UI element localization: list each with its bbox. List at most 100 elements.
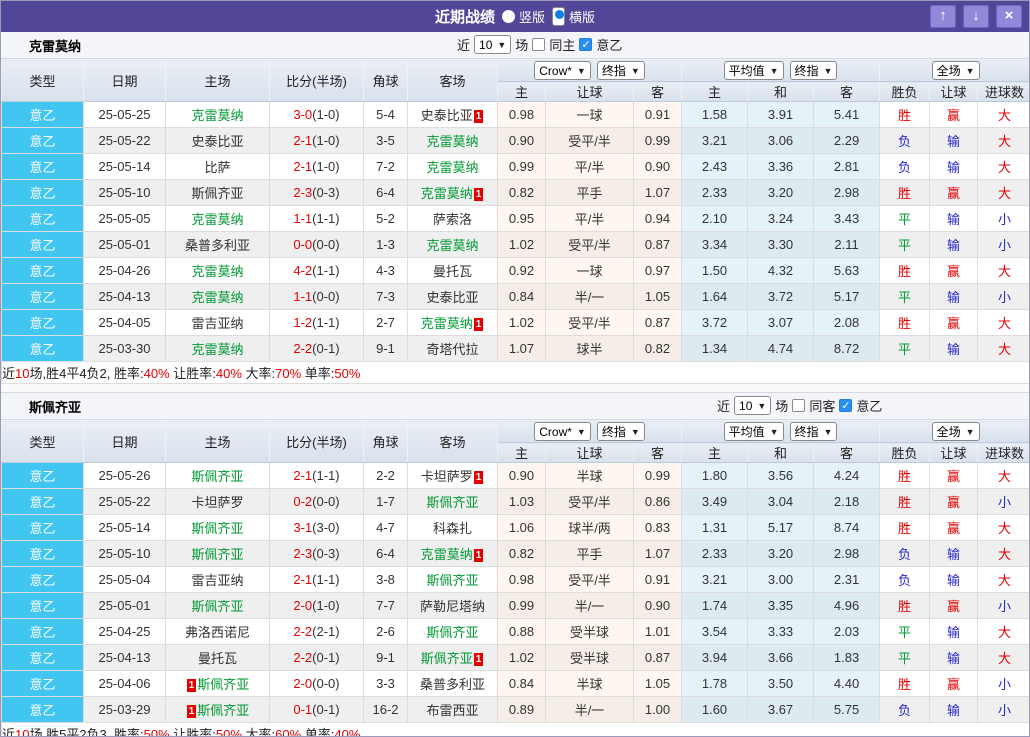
- europe-odds-cell: 2.98: [814, 541, 880, 567]
- team-link[interactable]: 克雷莫纳: [426, 160, 478, 175]
- scroll-down-button[interactable]: ↓: [963, 5, 989, 28]
- europe-odds-cell: 5.63: [814, 258, 880, 284]
- odds-time-select-1[interactable]: 终指▼: [597, 61, 645, 80]
- team-link[interactable]: 布雷西亚: [426, 703, 478, 718]
- team-link[interactable]: 克雷莫纳: [421, 547, 473, 562]
- team-link[interactable]: 桑普多利亚: [420, 677, 485, 692]
- same-venue-checkbox[interactable]: [792, 399, 805, 412]
- match-row: 意乙25-05-05克雷莫纳1-1(1-1)5-2萨索洛0.95平/半0.942…: [2, 206, 1030, 232]
- team-link[interactable]: 斯佩齐亚: [191, 469, 243, 484]
- odds-time-select-2[interactable]: 终指▼: [790, 61, 838, 80]
- col-handicap-home: 主: [498, 82, 546, 102]
- corners-cell: 6-4: [364, 541, 408, 567]
- team-link[interactable]: 克雷莫纳: [426, 238, 478, 253]
- team-link[interactable]: 比萨: [204, 160, 230, 175]
- fulltime-score: 2-1: [293, 133, 312, 148]
- team-link[interactable]: 克雷莫纳: [191, 212, 243, 227]
- team-link[interactable]: 奇塔代拉: [426, 342, 478, 357]
- team-link[interactable]: 曼托瓦: [198, 651, 237, 666]
- away-team-cell: 科森扎: [408, 515, 498, 541]
- team-link[interactable]: 斯佩齐亚: [191, 599, 243, 614]
- europe-odds-cell: 1.58: [682, 102, 748, 128]
- team-link[interactable]: 克雷莫纳: [191, 342, 243, 357]
- col-home: 主场: [166, 421, 270, 463]
- match-row: 意乙25-05-22史泰比亚2-1(1-0)3-5克雷莫纳0.90受平/半0.9…: [2, 128, 1030, 154]
- odds-time-select-2[interactable]: 终指▼: [790, 422, 838, 441]
- team-link[interactable]: 斯佩齐亚: [421, 651, 473, 666]
- team-link[interactable]: 萨勒尼塔纳: [420, 599, 485, 614]
- close-button[interactable]: ×: [996, 5, 1022, 28]
- col-result-handicap: 让球: [930, 82, 978, 102]
- team-link[interactable]: 斯佩齐亚: [197, 703, 249, 718]
- result-goals-cell: 大: [978, 102, 1030, 128]
- team-link[interactable]: 克雷莫纳: [191, 108, 243, 123]
- match-row: 意乙25-04-13克雷莫纳1-1(0-0)7-3史泰比亚0.84半/一1.05…: [2, 284, 1030, 310]
- match-row: 意乙25-05-01斯佩齐亚2-0(1-0)7-7萨勒尼塔纳0.99半/一0.9…: [2, 593, 1030, 619]
- recent-games-select[interactable]: 10▼: [734, 396, 771, 415]
- europe-odds-cell: 1.60: [682, 697, 748, 723]
- league-filter-checkbox[interactable]: [579, 38, 592, 51]
- handicap-odds-cell: 受半球: [546, 619, 634, 645]
- league-filter-label: 意乙: [596, 35, 622, 54]
- league-badge: 意乙: [2, 336, 84, 362]
- average-select[interactable]: 平均值▼: [724, 61, 784, 80]
- team-link[interactable]: 史泰比亚: [426, 290, 478, 305]
- result-wdl-cell: 平: [880, 284, 930, 310]
- handicap-odds-cell: 1.07: [498, 336, 546, 362]
- odds-time-select-1[interactable]: 终指▼: [597, 422, 645, 441]
- team-link[interactable]: 卡坦萨罗: [191, 495, 243, 510]
- same-venue-checkbox[interactable]: [532, 38, 545, 51]
- bookmaker-select[interactable]: Crow*▼: [534, 422, 591, 441]
- match-row: 意乙25-04-25弗洛西诺尼2-2(2-1)2-6斯佩齐亚0.88受半球1.0…: [2, 619, 1030, 645]
- team-link[interactable]: 克雷莫纳: [421, 186, 473, 201]
- fulltime-score: 3-0: [293, 107, 312, 122]
- team-link[interactable]: 斯佩齐亚: [191, 521, 243, 536]
- corners-cell: 7-2: [364, 154, 408, 180]
- team-link[interactable]: 科森扎: [433, 521, 472, 536]
- handicap-odds-cell: 0.99: [498, 154, 546, 180]
- period-select[interactable]: 全场▼: [932, 422, 980, 441]
- recent-games-select[interactable]: 10▼: [474, 35, 511, 54]
- team-link[interactable]: 克雷莫纳: [426, 134, 478, 149]
- score-cell: 0-2(0-0): [270, 489, 364, 515]
- team-link[interactable]: 斯佩齐亚: [191, 186, 243, 201]
- team-link[interactable]: 雷吉亚纳: [191, 573, 243, 588]
- radio-vertical-icon[interactable]: [502, 10, 515, 23]
- handicap-odds-cell: 0.82: [498, 541, 546, 567]
- corners-cell: 4-7: [364, 515, 408, 541]
- radio-horizontal-icon[interactable]: [552, 7, 565, 26]
- team-link[interactable]: 斯佩齐亚: [426, 573, 478, 588]
- team-link[interactable]: 卡坦萨罗: [421, 469, 473, 484]
- layout-radio-horizontal[interactable]: 横版: [552, 7, 595, 26]
- team-link[interactable]: 斯佩齐亚: [426, 625, 478, 640]
- team-link[interactable]: 斯佩齐亚: [197, 677, 249, 692]
- team-link[interactable]: 史泰比亚: [191, 134, 243, 149]
- team-link[interactable]: 斯佩齐亚: [191, 547, 243, 562]
- period-select[interactable]: 全场▼: [932, 61, 980, 80]
- europe-odds-cell: 3.06: [748, 128, 814, 154]
- scroll-up-button[interactable]: ↑: [930, 5, 956, 28]
- team-link[interactable]: 弗洛西诺尼: [185, 625, 250, 640]
- result-wdl-cell: 胜: [880, 489, 930, 515]
- team-link[interactable]: 史泰比亚: [421, 108, 473, 123]
- team-link[interactable]: 克雷莫纳: [191, 290, 243, 305]
- home-team-cell: 史泰比亚: [166, 128, 270, 154]
- team-link[interactable]: 曼托瓦: [433, 264, 472, 279]
- team-link[interactable]: 桑普多利亚: [185, 238, 250, 253]
- team-link[interactable]: 克雷莫纳: [191, 264, 243, 279]
- red-card-badge: 1: [187, 705, 197, 718]
- away-team-cell: 萨索洛: [408, 206, 498, 232]
- team-link[interactable]: 斯佩齐亚: [426, 495, 478, 510]
- team-link[interactable]: 克雷莫纳: [421, 316, 473, 331]
- team-link[interactable]: 雷吉亚纳: [191, 316, 243, 331]
- league-filter-checkbox[interactable]: [839, 399, 852, 412]
- europe-odds-cell: 5.75: [814, 697, 880, 723]
- away-team-cell: 斯佩齐亚: [408, 619, 498, 645]
- layout-radio-vertical[interactable]: 竖版: [502, 7, 545, 26]
- average-select[interactable]: 平均值▼: [724, 422, 784, 441]
- result-handicap-cell: 输: [930, 645, 978, 671]
- team-link[interactable]: 萨索洛: [433, 212, 472, 227]
- bookmaker-select[interactable]: Crow*▼: [534, 61, 591, 80]
- result-handicap-cell: 赢: [930, 515, 978, 541]
- result-wdl-cell: 平: [880, 232, 930, 258]
